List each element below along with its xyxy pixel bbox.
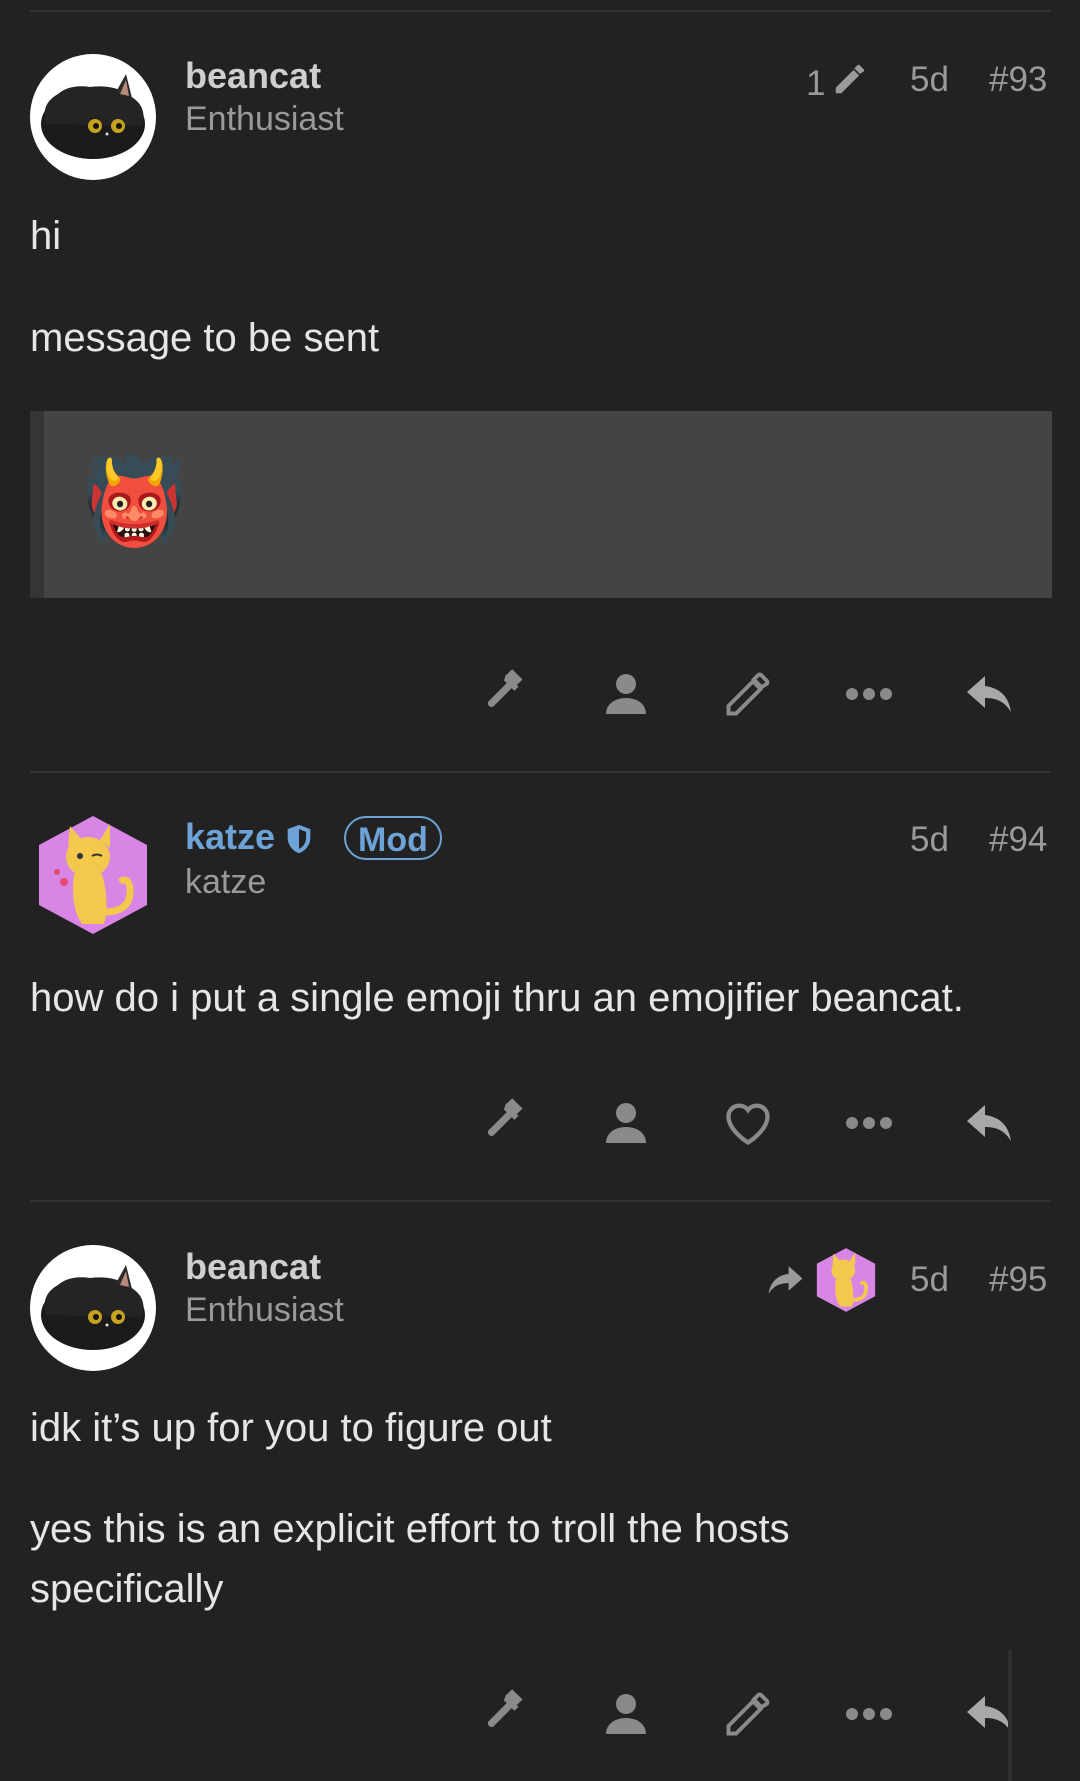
hammer-icon	[487, 1689, 523, 1728]
pencil-icon	[831, 60, 869, 107]
quote-block: 👹	[30, 411, 1052, 598]
user-icon	[606, 1103, 646, 1143]
edit-count-label: 1	[806, 63, 826, 103]
post-number[interactable]: #94	[989, 820, 1047, 860]
more-options-button[interactable]	[839, 1684, 899, 1744]
like-button[interactable]	[718, 1093, 778, 1153]
more-options-button[interactable]	[839, 664, 899, 724]
katze-small-avatar	[816, 1248, 876, 1312]
admin-hammer-button[interactable]	[475, 664, 535, 724]
scrollbar[interactable]	[1008, 1650, 1012, 1781]
post-actions	[0, 664, 1080, 724]
post-divider	[30, 1200, 1051, 1202]
show-user-button[interactable]	[596, 1093, 656, 1153]
post-paragraph: idk it’s up for you to figure out	[30, 1406, 552, 1450]
post-paragraph: yes this is an explicit effort to troll …	[30, 1507, 790, 1611]
edit-count[interactable]: 1	[806, 60, 869, 107]
user-title: Enthusiast	[185, 1291, 344, 1329]
post-actions	[0, 1684, 1080, 1744]
post-number[interactable]: #93	[989, 60, 1047, 100]
reply-icon	[967, 676, 1011, 712]
user-icon	[606, 1694, 646, 1734]
top-divider	[30, 10, 1051, 12]
pencil-icon	[726, 1692, 770, 1736]
mod-badge: Mod	[344, 816, 442, 860]
user-title: Enthusiast	[185, 100, 344, 138]
post-age[interactable]: 5d	[910, 60, 949, 100]
username[interactable]: katze	[185, 816, 275, 858]
ellipsis-icon	[846, 688, 892, 700]
user-icon	[606, 674, 646, 714]
admin-hammer-button[interactable]	[475, 1093, 535, 1153]
reply-button[interactable]	[961, 664, 1021, 724]
avatar-katze[interactable]	[30, 812, 156, 938]
shield-icon	[282, 822, 316, 861]
edit-post-button[interactable]	[718, 664, 778, 724]
post-number[interactable]: #95	[989, 1260, 1047, 1300]
reply-icon	[967, 1105, 1011, 1141]
admin-hammer-button[interactable]	[475, 1684, 535, 1744]
show-user-button[interactable]	[596, 664, 656, 724]
hammer-icon	[487, 1098, 523, 1137]
ellipsis-icon	[846, 1117, 892, 1129]
post-age[interactable]: 5d	[910, 1260, 949, 1300]
username[interactable]: beancat	[185, 1246, 321, 1288]
avatar-beancat[interactable]	[30, 1245, 156, 1371]
username[interactable]: beancat	[185, 55, 321, 97]
pencil-icon	[726, 672, 770, 716]
post-paragraph: how do i put a single emoji thru an emoj…	[30, 976, 964, 1020]
edit-post-button[interactable]	[718, 1684, 778, 1744]
post-paragraph: hi	[30, 214, 62, 258]
post-actions	[0, 1093, 1080, 1153]
share-arrow-icon	[768, 1266, 803, 1294]
ellipsis-icon	[846, 1708, 892, 1720]
post-divider	[30, 771, 1051, 773]
post-paragraph: message to be sent	[30, 316, 380, 360]
heart-icon	[726, 1103, 770, 1146]
oni-emoji: 👹	[82, 454, 187, 548]
avatar-beancat[interactable]	[30, 54, 156, 180]
hammer-icon	[487, 669, 523, 708]
post-age[interactable]: 5d	[910, 820, 949, 860]
reply-button[interactable]	[961, 1684, 1021, 1744]
show-user-button[interactable]	[596, 1684, 656, 1744]
reply-button[interactable]	[961, 1093, 1021, 1153]
more-options-button[interactable]	[839, 1093, 899, 1153]
reply-to-indicator[interactable]	[764, 1246, 880, 1314]
user-title: katze	[185, 863, 267, 901]
